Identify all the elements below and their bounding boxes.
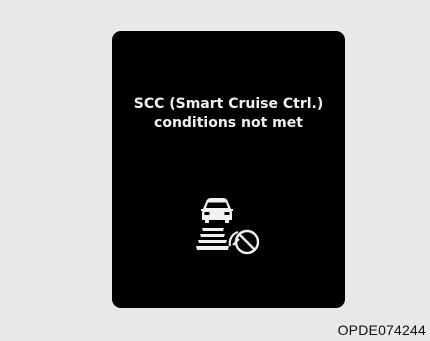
distance-bars <box>196 228 229 250</box>
scc-conditions-not-met-icon <box>194 196 266 256</box>
scc-icon-svg <box>196 198 260 255</box>
cluster-display: SCC (Smart Cruise Ctrl.) conditions not … <box>112 31 345 308</box>
figure-code: OPDE074244 <box>337 322 426 338</box>
figure-frame: SCC (Smart Cruise Ctrl.) conditions not … <box>0 0 430 320</box>
warning-message: SCC (Smart Cruise Ctrl.) conditions not … <box>112 95 345 133</box>
message-line-2: conditions not met <box>154 115 303 131</box>
prohibition-icon <box>234 229 260 255</box>
car-icon <box>201 198 233 223</box>
message-line-1: SCC (Smart Cruise Ctrl.) <box>133 96 324 112</box>
